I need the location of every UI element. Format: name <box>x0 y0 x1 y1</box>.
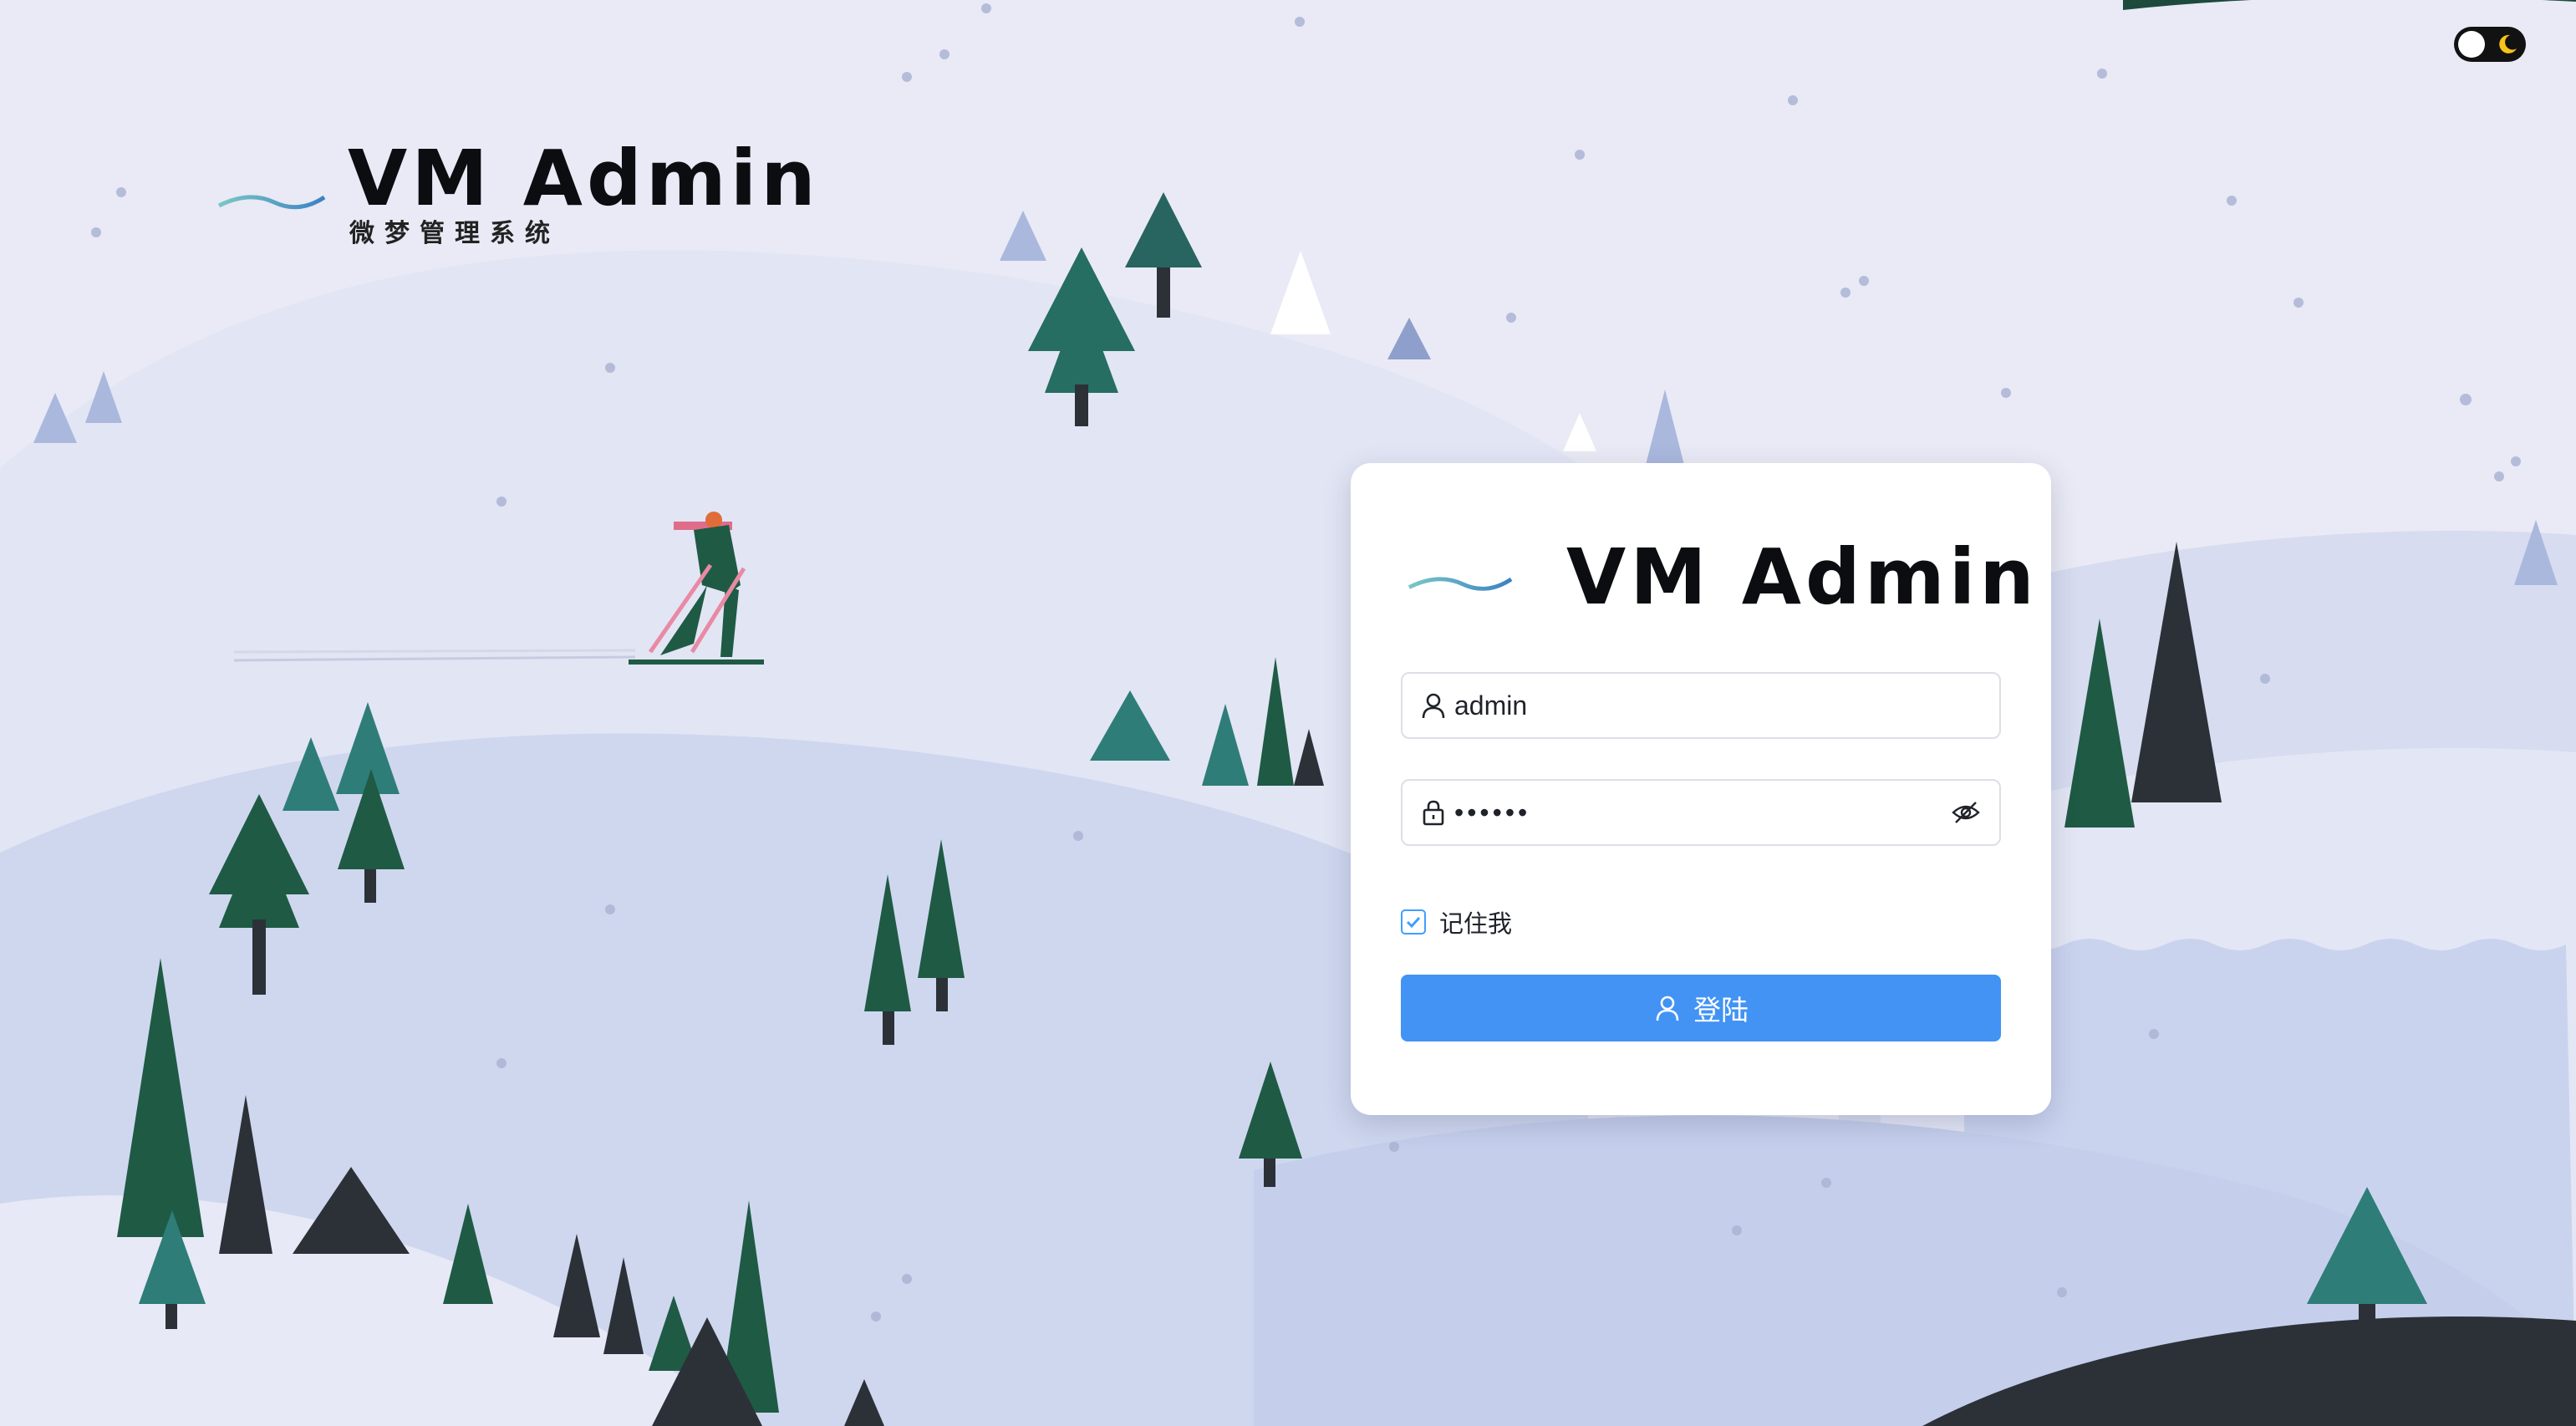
login-card: VM Admin 记住我 <box>1351 463 2051 1115</box>
theme-toggle-switch[interactable] <box>2454 27 2526 62</box>
checkmark-icon <box>1406 916 1421 929</box>
login-button[interactable]: 登陆 <box>1401 975 2001 1041</box>
password-field[interactable] <box>1401 779 2001 846</box>
checkbox-box[interactable] <box>1401 909 1426 935</box>
moon-icon <box>2499 34 2517 53</box>
login-button-label: 登陆 <box>1693 995 1749 1026</box>
username-input[interactable] <box>1454 680 1999 731</box>
user-icon <box>1422 693 1445 719</box>
toggle-knob <box>2458 31 2485 58</box>
brand-title: VM Admin <box>348 134 820 223</box>
user-icon <box>1656 996 1679 1021</box>
login-card-title: VM Admin <box>1566 532 2039 622</box>
login-card-header: VM Admin <box>1406 532 2039 624</box>
remember-me-label: 记住我 <box>1439 911 1513 938</box>
brand-subtitle: 微梦管理系统 <box>349 219 560 248</box>
sound-wave-logo-icon <box>1408 543 1513 615</box>
header-brand: VM Admin 微梦管理系统 <box>216 140 820 249</box>
sound-wave-logo-icon <box>217 160 326 234</box>
eye-off-icon[interactable] <box>1951 797 1981 828</box>
password-input[interactable] <box>1454 787 1951 838</box>
remember-me-checkbox[interactable]: 记住我 <box>1401 904 1512 940</box>
lock-icon <box>1423 800 1444 826</box>
username-field[interactable] <box>1401 672 2001 739</box>
